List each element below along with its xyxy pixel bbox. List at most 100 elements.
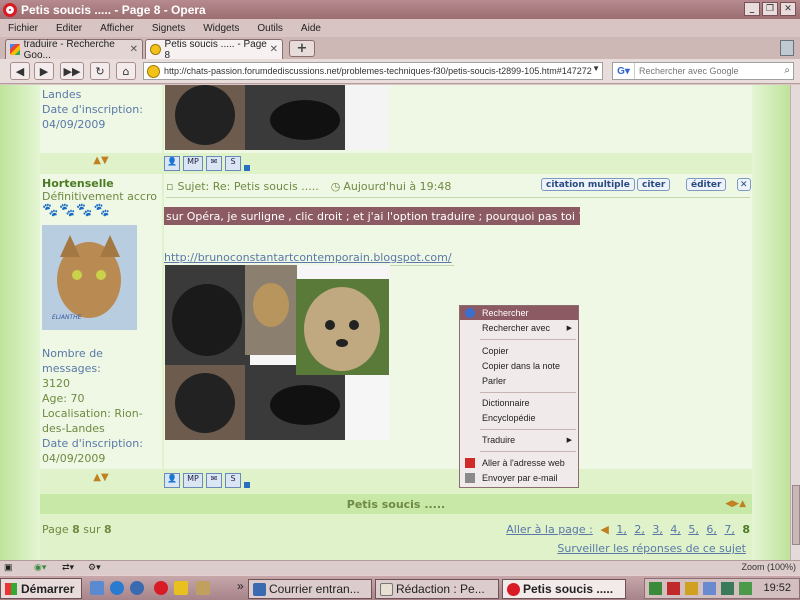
menu-aide[interactable]: Aide xyxy=(301,23,321,34)
post-doc-icon: ▫ xyxy=(166,179,174,193)
page-link-3[interactable]: 3, xyxy=(652,523,663,536)
multi-quote-button[interactable]: citation multiple xyxy=(541,178,635,191)
ctx-copier[interactable]: Copier xyxy=(460,344,578,358)
trash-icon[interactable] xyxy=(780,40,794,56)
quicklaunch-opera-icon[interactable] xyxy=(154,581,168,595)
tray-shield-icon[interactable] xyxy=(721,582,734,595)
smiley-icon xyxy=(150,44,161,55)
forward-button[interactable]: ▶ xyxy=(34,62,54,80)
ctx-dictionnaire[interactable]: Dictionnaire xyxy=(460,396,578,410)
tab-google[interactable]: traduire - Recherche Goo... ✕ xyxy=(5,39,143,61)
scrollbar-thumb[interactable] xyxy=(792,485,800,545)
turbo-icon[interactable]: ◉▾ xyxy=(34,562,46,573)
reload-button[interactable]: ↻ xyxy=(90,62,110,80)
pm-icon[interactable]: MP xyxy=(183,156,203,171)
menu-fichier[interactable]: Fichier xyxy=(8,23,38,34)
post-author[interactable]: Hortenselle xyxy=(42,177,162,190)
task-courrier[interactable]: Courrier entran... xyxy=(248,579,372,599)
skype-icon[interactable]: S xyxy=(225,156,241,171)
home-button[interactable]: ⌂ xyxy=(116,62,136,80)
tab-forum[interactable]: Petis soucis ..... - Page 8 ✕ xyxy=(145,39,283,61)
tray-antivirus-icon[interactable] xyxy=(667,582,680,595)
page-link-6[interactable]: 6, xyxy=(706,523,717,536)
chevron-more-icon[interactable]: » xyxy=(237,579,244,593)
quicklaunch-folder-icon[interactable] xyxy=(196,581,210,595)
selected-post-text[interactable]: sur Opéra, je surligne , clic droit ; et… xyxy=(164,207,580,225)
zoom-level[interactable]: Zoom (100%) xyxy=(741,562,796,572)
vertical-scrollbar[interactable] xyxy=(790,85,800,560)
page-link-5[interactable]: 5, xyxy=(688,523,699,536)
quicklaunch-firefox-icon[interactable] xyxy=(130,581,144,595)
prev-updown-arrows[interactable]: ▲▼ xyxy=(40,155,162,173)
maximize-button[interactable]: ❐ xyxy=(762,2,778,16)
menu-outils[interactable]: Outils xyxy=(257,23,283,34)
pm-icon[interactable]: MP xyxy=(183,473,203,488)
watch-topic-link[interactable]: Surveiller les réponses de ce sujet xyxy=(557,542,750,555)
location-label: Localisation: xyxy=(42,407,111,420)
topic-nav-arrows-icon[interactable]: ◀▶▲ xyxy=(725,499,746,509)
page-link-1[interactable]: 1, xyxy=(616,523,627,536)
email-icon[interactable]: ✉ xyxy=(206,156,222,171)
quote-button[interactable]: citer xyxy=(637,178,671,191)
panel-toggle-icon[interactable]: ▣ xyxy=(4,562,13,573)
search-field[interactable]: G▾ Rechercher avec Google ⌕ xyxy=(612,62,794,80)
age-value: 70 xyxy=(70,392,85,405)
quicklaunch-app-icon[interactable] xyxy=(174,581,188,595)
edit-button[interactable]: éditer xyxy=(686,178,727,191)
tray-network-icon[interactable] xyxy=(649,582,662,595)
tray-update-icon[interactable] xyxy=(685,582,698,595)
ctx-aller-adresse[interactable]: Aller à l'adresse web xyxy=(460,456,578,470)
ctx-rechercher[interactable]: Rechercher xyxy=(460,306,578,320)
skype-icon[interactable]: S xyxy=(225,473,241,488)
prev-post-profile: Landes Date d'inscription: 04/09/2009 xyxy=(40,85,162,153)
blog-link[interactable]: http://brunoconstantartcontemporain.blog… xyxy=(164,251,452,264)
goto-page-link[interactable]: Aller à la page : xyxy=(506,523,593,536)
address-field[interactable]: http://chats-passion.forumdediscussions.… xyxy=(143,62,603,80)
email-icon[interactable]: ✉ xyxy=(206,473,222,488)
task-opera[interactable]: Petis soucis ..... xyxy=(502,579,626,599)
menu-editer[interactable]: Editer xyxy=(56,23,82,34)
minimize-button[interactable]: _ xyxy=(744,2,760,16)
ctx-encyclopedie[interactable]: Encyclopédie xyxy=(460,411,578,425)
taskbar: Démarrer » Courrier entran... Rédaction … xyxy=(0,575,800,600)
chevron-down-icon[interactable]: ▼ xyxy=(592,64,600,73)
page-link-7[interactable]: 7, xyxy=(724,523,735,536)
mail-icon xyxy=(253,583,266,596)
delete-button[interactable]: ✕ xyxy=(737,178,751,191)
profile-icon[interactable]: 👤 xyxy=(164,156,180,171)
menu-signets[interactable]: Signets xyxy=(152,23,185,34)
menu-widgets[interactable]: Widgets xyxy=(203,23,239,34)
tab-close-icon[interactable]: ✕ xyxy=(270,44,278,55)
prev-page-arrow-icon[interactable]: ◀ xyxy=(600,523,608,536)
updown-arrows[interactable]: ▲▼ xyxy=(40,472,162,490)
title-bar: Petis soucis ..... - Page 8 - Opera _ ❐ … xyxy=(0,0,800,19)
tray-monitor-icon[interactable] xyxy=(703,582,716,595)
task-redaction[interactable]: Rédaction : Pe... xyxy=(375,579,499,599)
ctx-parler[interactable]: Parler xyxy=(460,374,578,388)
search-icon[interactable]: ⌕ xyxy=(784,65,790,76)
quicklaunch-desktop-icon[interactable] xyxy=(90,581,104,595)
profile-icon[interactable]: 👤 xyxy=(164,473,180,488)
ctx-copier-note[interactable]: Copier dans la note xyxy=(460,359,578,373)
prev-location-tail: Landes xyxy=(42,88,82,101)
quicklaunch-ie-icon[interactable] xyxy=(110,581,124,595)
left-decoration xyxy=(0,85,40,560)
ctx-rechercher-avec[interactable]: Rechercher avec ▶ xyxy=(460,321,578,335)
close-button[interactable]: ✕ xyxy=(780,2,796,16)
start-button[interactable]: Démarrer xyxy=(0,578,82,599)
ctx-traduire[interactable]: Traduire ▶ xyxy=(460,433,578,447)
ctx-separator xyxy=(480,339,576,340)
prev-date: 04/09/2009 xyxy=(42,118,106,131)
gear-icon[interactable]: ⚙▾ xyxy=(88,562,101,573)
tab-close-icon[interactable]: ✕ xyxy=(130,44,138,55)
arrow-left-icon: ◀ xyxy=(15,64,25,78)
new-tab-button[interactable]: + xyxy=(289,40,315,57)
menu-afficher[interactable]: Afficher xyxy=(100,23,134,34)
tray-volume-icon[interactable] xyxy=(739,582,752,595)
google-icon[interactable]: G▾ xyxy=(613,63,635,79)
unite-icon[interactable]: ⇄▾ xyxy=(62,562,74,573)
fast-forward-button[interactable]: ▶▶ xyxy=(60,62,84,80)
page-link-2[interactable]: 2, xyxy=(634,523,645,536)
page-link-4[interactable]: 4, xyxy=(670,523,681,536)
back-button[interactable]: ◀ xyxy=(10,62,30,80)
